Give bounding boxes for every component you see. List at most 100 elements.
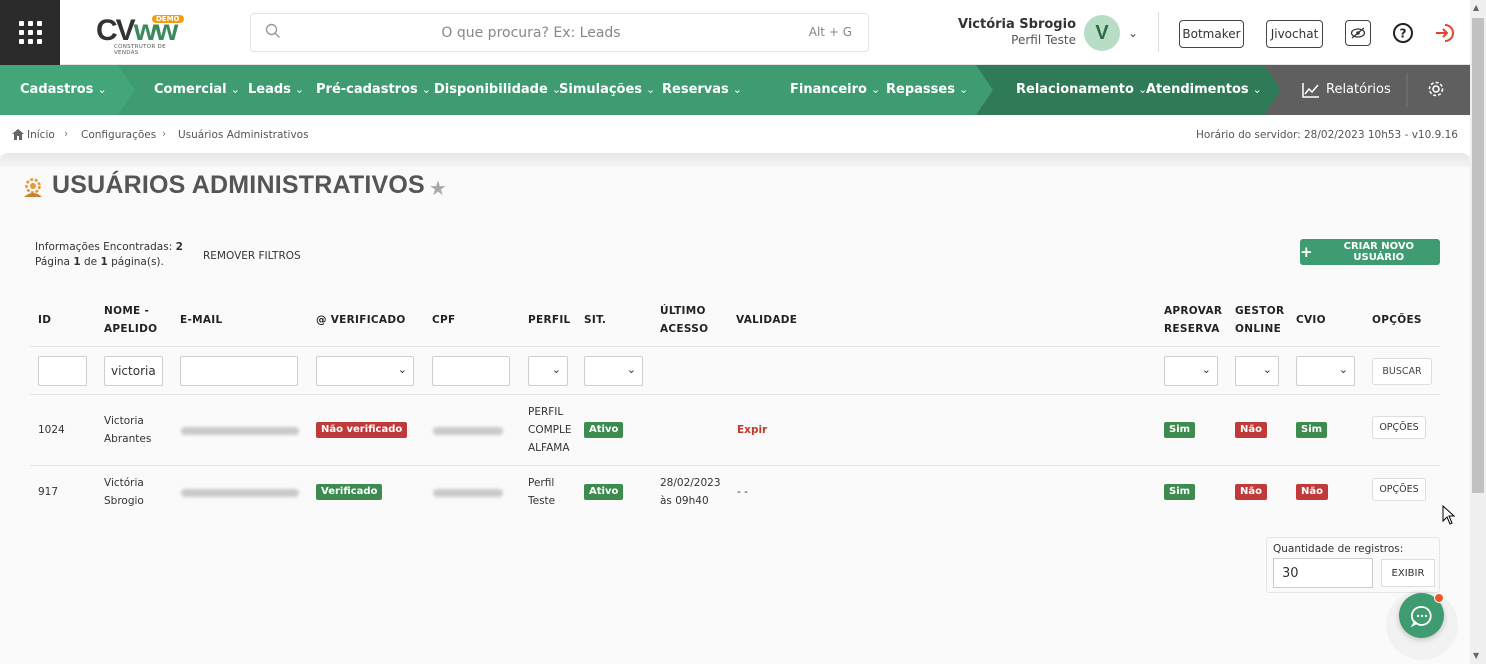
create-user-button[interactable]: + CRIAR NOVO USUÁRIO xyxy=(1300,239,1440,265)
logout-icon[interactable] xyxy=(1431,20,1457,46)
plus-icon: + xyxy=(1300,243,1313,261)
records-input[interactable] xyxy=(1273,558,1373,588)
filter-verified-select[interactable]: ⌄ xyxy=(316,356,414,386)
chevron-down-icon[interactable]: ⌄ xyxy=(1128,26,1138,40)
nav-simulacoes[interactable]: Simulações ⌄ xyxy=(559,65,655,115)
avatar[interactable]: V xyxy=(1084,15,1120,51)
chevron-right-icon: › xyxy=(162,128,167,140)
gear-icon[interactable] xyxy=(1427,80,1445,100)
scroll-up-icon[interactable]: ▲ xyxy=(1473,3,1479,12)
status-badge: Não xyxy=(1235,422,1267,438)
records-label: Quantidade de registros: xyxy=(1273,543,1404,555)
breadcrumb-configuracoes[interactable]: Configurações xyxy=(81,129,156,141)
top-bar: CVww DEMO CONSTRUTOR DE VENDAS Alt + G V… xyxy=(0,0,1470,65)
nav-relacionamento[interactable]: Relacionamento ⌄ xyxy=(1016,65,1147,115)
apps-menu-button[interactable] xyxy=(0,0,60,65)
filter-email-input[interactable] xyxy=(180,356,298,386)
col-header-validity[interactable]: VALIDADE xyxy=(736,311,797,329)
jivochat-button[interactable]: Jivochat xyxy=(1266,20,1323,48)
status-badge: Ativo xyxy=(584,422,624,438)
chevron-down-icon: ⌄ xyxy=(1262,363,1272,376)
filter-id-input[interactable] xyxy=(38,356,87,386)
filter-sit-select[interactable]: ⌄ xyxy=(584,356,643,386)
records-per-page: Quantidade de registros: EXIBIR xyxy=(1266,537,1440,593)
options-button[interactable]: OPÇÕES xyxy=(1372,416,1426,439)
search-input[interactable] xyxy=(291,14,771,51)
search-button[interactable]: BUSCAR xyxy=(1372,358,1432,385)
user-profile: Perfil Teste xyxy=(1011,33,1076,47)
col-header-approve[interactable]: APROVAR RESERVA xyxy=(1164,302,1224,338)
nav-leads[interactable]: Leads ⌄ xyxy=(248,65,304,115)
user-name: Victória Sbrogio xyxy=(957,17,1076,32)
nav-relatorios[interactable]: Relatórios xyxy=(1302,65,1391,115)
logo[interactable]: CVww DEMO CONSTRUTOR DE VENDAS xyxy=(92,12,192,56)
users-cog-icon xyxy=(24,178,42,197)
filter-profile-select[interactable]: ⌄ xyxy=(528,356,568,386)
grid-icon xyxy=(18,21,42,44)
search-icon xyxy=(265,23,280,38)
options-button[interactable]: OPÇÕES xyxy=(1372,478,1426,501)
status-badge: Sim xyxy=(1296,422,1328,438)
filter-online-select[interactable]: ⌄ xyxy=(1235,356,1279,386)
col-header-cvio[interactable]: CVIO xyxy=(1296,311,1326,329)
divider xyxy=(30,465,1440,466)
nav-reservas[interactable]: Reservas ⌄ xyxy=(662,65,742,115)
status-badge: Ativo xyxy=(584,484,624,500)
nav-comercial[interactable]: Comercial ⌄ xyxy=(154,65,240,115)
nav-atendimentos[interactable]: Atendimentos ⌄ xyxy=(1146,65,1262,115)
chevron-down-icon: ⌄ xyxy=(551,363,561,376)
status-badge: Não xyxy=(1296,484,1328,500)
nav-financeiro[interactable]: Financeiro ⌄ xyxy=(790,65,880,115)
remove-filters-button[interactable]: REMOVER FILTROS xyxy=(203,250,301,262)
show-button[interactable]: EXIBIR xyxy=(1381,559,1435,587)
nav-disponibilidade[interactable]: Disponibilidade ⌄ xyxy=(434,65,561,115)
scrollbar-thumb[interactable] xyxy=(1472,18,1484,493)
botmaker-button[interactable]: Botmaker xyxy=(1179,20,1244,48)
star-icon[interactable]: ★ xyxy=(429,176,447,200)
user-menu[interactable]: Victória Sbrogio Perfil Teste V ⌄ xyxy=(950,14,1140,52)
filter-cvio-select[interactable]: ⌄ xyxy=(1296,356,1355,386)
search-shortcut: Alt + G xyxy=(808,25,852,39)
logo-demo-badge: DEMO xyxy=(152,15,184,23)
home-icon xyxy=(12,129,24,140)
divider xyxy=(30,394,1440,395)
col-header-verified[interactable]: @ VERIFICADO xyxy=(316,311,406,329)
filter-name-input[interactable] xyxy=(104,356,163,386)
nav-repasses[interactable]: Repasses ⌄ xyxy=(886,65,968,115)
help-icon[interactable]: ? xyxy=(1390,20,1416,46)
status-badge: Sim xyxy=(1164,422,1196,438)
col-header-online[interactable]: GESTOR ONLINE xyxy=(1235,302,1293,338)
col-header-last-access[interactable]: ÚLTIMO ACESSO xyxy=(660,302,720,338)
breadcrumb: Início › Configurações › Usuários Admini… xyxy=(0,115,1470,155)
chart-line-icon xyxy=(1302,82,1319,98)
nav-pre-cadastros[interactable]: Pré-cadastros ⌄ xyxy=(316,65,431,115)
status-badge: Verificado xyxy=(316,484,383,500)
breadcrumb-current: Usuários Administrativos xyxy=(178,129,309,141)
cell-email-redacted xyxy=(181,427,299,435)
cell-validity: - - xyxy=(737,486,748,498)
cell-profile: PERFIL COMPLE ALFAMA xyxy=(528,406,572,454)
filter-approve-select[interactable]: ⌄ xyxy=(1164,356,1218,386)
col-header-id[interactable]: ID xyxy=(38,311,51,329)
svg-text:?: ? xyxy=(1400,27,1407,41)
cell-name: Victória Sbrogio xyxy=(104,477,144,507)
main-nav: Cadastros ⌄ Comercial ⌄ Leads ⌄ Pré-cadastr… xyxy=(0,65,1470,115)
results-info: Informações Encontradas: 2 Página 1 de 1… xyxy=(35,241,183,268)
scroll-down-icon[interactable]: ▼ xyxy=(1473,651,1479,660)
nav-cadastros[interactable]: Cadastros ⌄ xyxy=(20,65,107,115)
eye-slash-icon[interactable] xyxy=(1345,20,1371,46)
col-header-profile[interactable]: PERFIL xyxy=(528,311,571,329)
logo-subtitle: CONSTRUTOR DE VENDAS xyxy=(114,44,166,56)
chevron-down-icon: ⌄ xyxy=(626,363,636,376)
breadcrumb-home[interactable]: Início xyxy=(27,129,55,141)
col-header-cpf[interactable]: CPF xyxy=(432,311,455,329)
chevron-down-icon: ⌄ xyxy=(397,363,407,376)
cell-cpf-redacted xyxy=(433,427,503,435)
filter-cpf-input[interactable] xyxy=(432,356,510,386)
col-header-sit[interactable]: SIT. xyxy=(584,311,606,329)
global-search[interactable]: Alt + G xyxy=(250,13,869,52)
content-shade xyxy=(0,153,1470,167)
col-header-name[interactable]: NOME - APELIDO xyxy=(104,302,164,338)
cell-validity: Expir xyxy=(737,424,768,436)
col-header-email[interactable]: E-MAIL xyxy=(180,311,223,329)
